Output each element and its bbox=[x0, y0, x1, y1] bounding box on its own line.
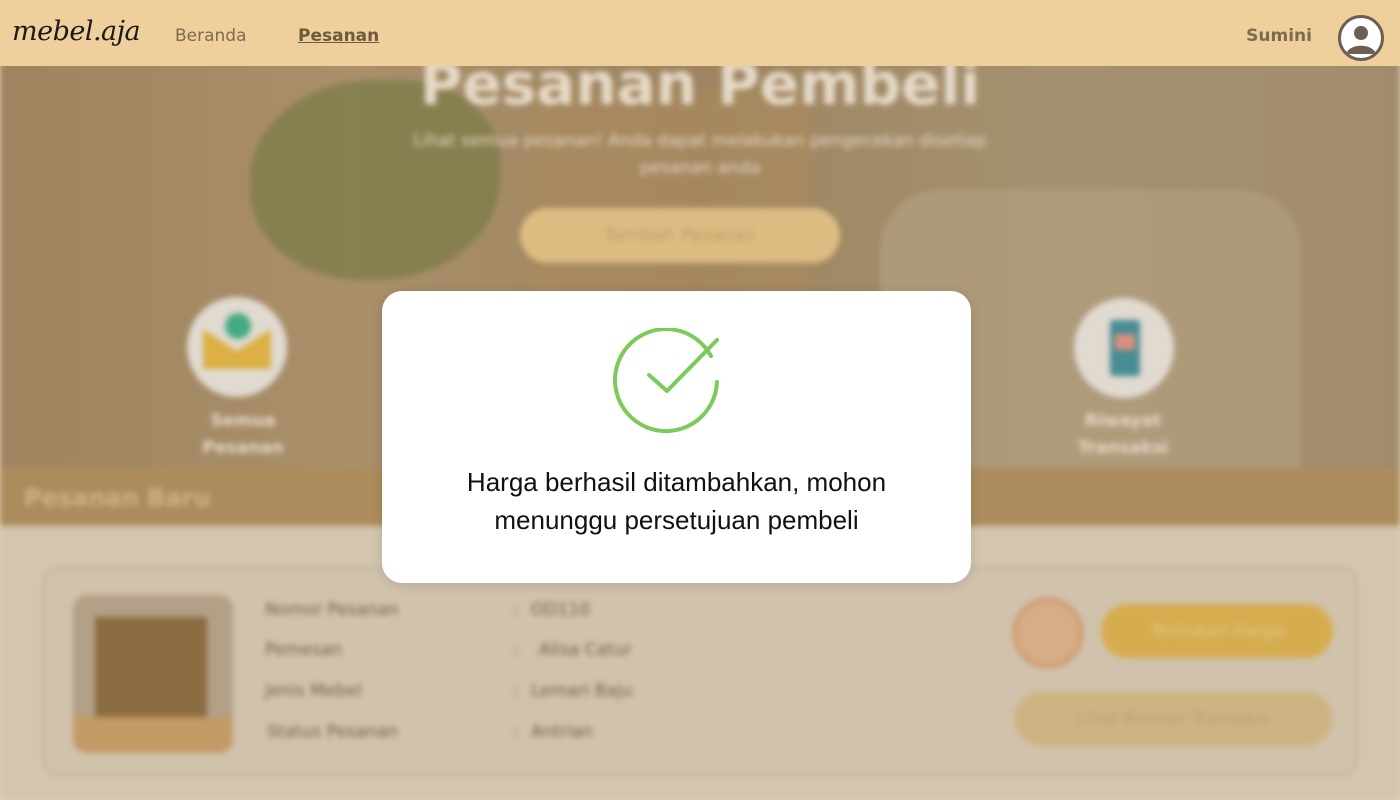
user-avatar-icon[interactable] bbox=[1338, 15, 1384, 61]
check-circle-icon bbox=[613, 328, 719, 434]
success-modal: Harga berhasil ditambahkan, mohon menung… bbox=[382, 291, 971, 583]
user-name: Sumini bbox=[1246, 26, 1312, 46]
success-message: Harga berhasil ditambahkan, mohon menung… bbox=[466, 467, 887, 535]
nav-link-home[interactable]: Beranda bbox=[175, 26, 247, 46]
person-icon bbox=[1346, 26, 1376, 54]
logo[interactable]: mebel.aja bbox=[12, 16, 141, 47]
top-navbar: mebel.aja Beranda Pesanan Sumini bbox=[0, 0, 1400, 66]
nav-link-orders[interactable]: Pesanan bbox=[298, 26, 379, 46]
